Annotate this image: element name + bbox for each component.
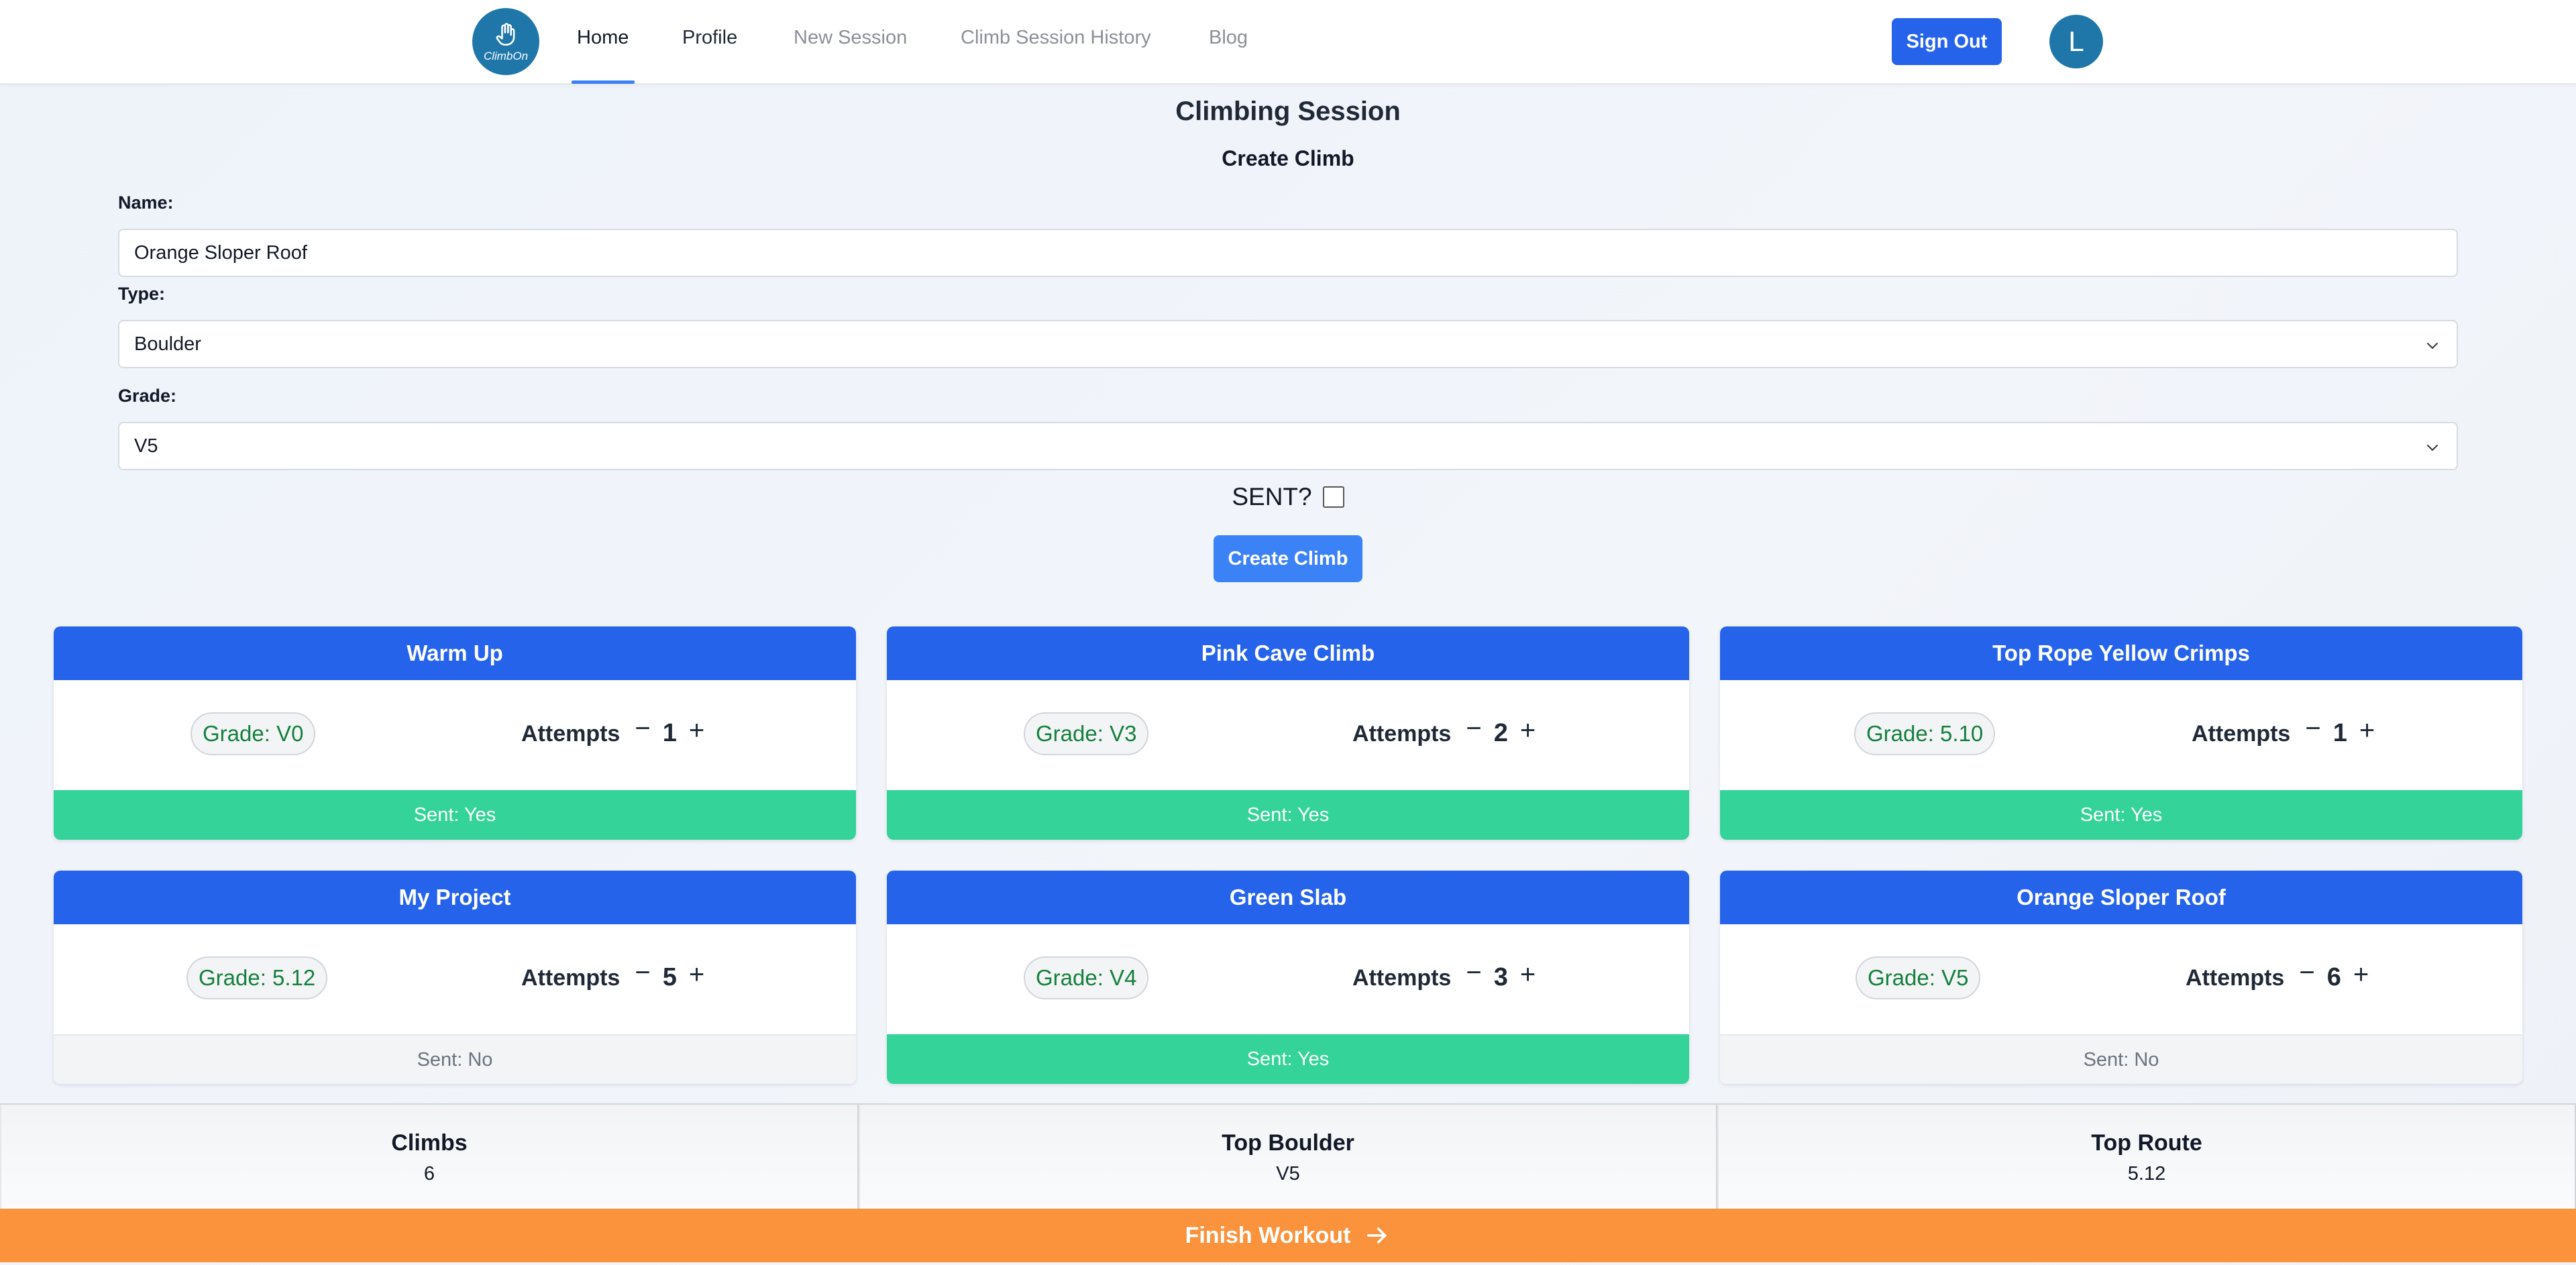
attempts-label: Attempts: [521, 721, 621, 747]
attempts-count: 3: [1493, 963, 1508, 991]
finish-workout-button[interactable]: Finish Workout: [0, 1209, 2576, 1262]
stat-value: 5.12: [2127, 1163, 2166, 1185]
decrement-button[interactable]: −: [2305, 714, 2320, 744]
climb-card-title: Warm Up: [54, 626, 856, 680]
decrement-button[interactable]: −: [1466, 958, 1481, 988]
nav-blog[interactable]: Blog: [1209, 27, 1248, 49]
chevron-down-icon: [2427, 343, 2438, 349]
sent-status: Sent: Yes: [887, 790, 1689, 840]
attempts-count: 6: [2326, 963, 2341, 991]
sent-status: Sent: Yes: [1720, 790, 2522, 840]
sent-label: SENT?: [1232, 483, 1312, 510]
climb-card: Green Slab Grade: V4 Attempts − 3 + Sent…: [887, 871, 1689, 1084]
grade-badge: Grade: V3: [1024, 712, 1149, 755]
sent-status: Sent: Yes: [887, 1034, 1689, 1084]
sent-status: Sent: No: [54, 1034, 856, 1084]
attempts-control: Attempts − 1 +: [521, 714, 716, 748]
attempts-label: Attempts: [2186, 965, 2285, 991]
increment-button[interactable]: +: [1520, 960, 1536, 990]
increment-button[interactable]: +: [2353, 960, 2369, 990]
increment-button[interactable]: +: [1520, 716, 1536, 746]
stat-title: Top Route: [2091, 1130, 2202, 1156]
sent-status: Sent: No: [1720, 1034, 2522, 1084]
name-input[interactable]: Orange Sloper Roof: [118, 229, 2458, 277]
nav-profile[interactable]: Profile: [682, 27, 737, 49]
attempts-count: 1: [2332, 719, 2347, 747]
climb-card-title: Pink Cave Climb: [887, 626, 1689, 680]
stat-top-boulder: Top Boulder V5: [859, 1105, 1717, 1209]
create-climb-button[interactable]: Create Climb: [1214, 535, 1362, 582]
decrement-button[interactable]: −: [635, 714, 650, 744]
climb-card: Pink Cave Climb Grade: V3 Attempts − 2 +…: [887, 626, 1689, 840]
session-stats: Climbs 6 Top Boulder V5 Top Route 5.12: [0, 1103, 2576, 1209]
grade-badge: Grade: 5.12: [186, 956, 328, 999]
climb-card-title: My Project: [54, 871, 856, 924]
grade-badge: Grade: V5: [1856, 956, 1981, 999]
nav-new-session[interactable]: New Session: [794, 27, 907, 49]
name-label: Name:: [118, 192, 174, 213]
climb-card: My Project Grade: 5.12 Attempts − 5 + Se…: [54, 871, 856, 1084]
attempts-control: Attempts − 5 +: [521, 958, 716, 992]
attempts-control: Attempts − 3 +: [1352, 958, 1548, 992]
decrement-button[interactable]: −: [1466, 714, 1481, 744]
type-label: Type:: [118, 284, 166, 304]
grade-label: Grade:: [118, 386, 177, 406]
attempts-count: 5: [662, 963, 677, 991]
climb-card: Top Rope Yellow Crimps Grade: 5.10 Attem…: [1720, 626, 2522, 840]
stat-value: V5: [1276, 1163, 1300, 1185]
grade-badge: Grade: 5.10: [1854, 712, 1996, 755]
nav-home[interactable]: Home: [577, 27, 629, 49]
climb-card-title: Green Slab: [887, 871, 1689, 924]
stat-climbs: Climbs 6: [0, 1105, 859, 1209]
attempts-control: Attempts − 6 +: [2186, 958, 2381, 992]
grade-select-value: V5: [134, 435, 158, 457]
increment-button[interactable]: +: [689, 960, 704, 990]
decrement-button[interactable]: −: [2299, 958, 2314, 988]
climbon-logo[interactable]: ClimbOn: [472, 8, 539, 75]
increment-button[interactable]: +: [2359, 716, 2375, 746]
nav-active-indicator: [572, 80, 635, 84]
nav-climb-session-history[interactable]: Climb Session History: [961, 27, 1151, 49]
sent-row: SENT?: [0, 483, 2576, 511]
grade-badge: Grade: V0: [191, 712, 316, 755]
climb-card: Orange Sloper Roof Grade: V5 Attempts − …: [1720, 871, 2522, 1084]
type-select[interactable]: Boulder: [118, 320, 2458, 368]
page-title: Climbing Session: [1175, 97, 1401, 126]
navbar: ClimbOn Home Profile New Session Climb S…: [0, 0, 2576, 85]
sign-out-button[interactable]: Sign Out: [1892, 18, 2002, 65]
arrow-right-icon: [1367, 1227, 1387, 1244]
avatar[interactable]: L: [2049, 15, 2103, 68]
attempts-label: Attempts: [521, 965, 621, 991]
climb-card-title: Top Rope Yellow Crimps: [1720, 626, 2522, 680]
decrement-button[interactable]: −: [635, 958, 650, 988]
stat-value: 6: [423, 1163, 435, 1185]
attempts-count: 2: [1493, 719, 1508, 747]
stat-title: Climbs: [391, 1130, 468, 1156]
type-select-value: Boulder: [134, 333, 201, 355]
sent-status: Sent: Yes: [54, 790, 856, 840]
climb-card-title: Orange Sloper Roof: [1720, 871, 2522, 924]
section-title: Create Climb: [1222, 146, 1354, 170]
stat-title: Top Boulder: [1222, 1130, 1354, 1156]
attempts-label: Attempts: [1352, 721, 1452, 747]
chevron-down-icon: [2427, 445, 2438, 451]
attempts-count: 1: [662, 719, 677, 747]
attempts-label: Attempts: [2192, 721, 2291, 747]
attempts-control: Attempts − 2 +: [1352, 714, 1548, 748]
finish-workout-label: Finish Workout: [1185, 1222, 1351, 1248]
logo-text: ClimbOn: [483, 50, 529, 62]
sent-checkbox[interactable]: [1322, 486, 1344, 508]
increment-button[interactable]: +: [689, 716, 704, 746]
climb-card: Warm Up Grade: V0 Attempts − 1 + Sent: Y…: [54, 626, 856, 840]
stat-top-route: Top Route 5.12: [1717, 1105, 2576, 1209]
hand-icon: [496, 23, 515, 46]
name-input-value: Orange Sloper Roof: [134, 241, 307, 264]
grade-badge: Grade: V4: [1024, 956, 1149, 999]
grade-select[interactable]: V5: [118, 422, 2458, 470]
attempts-control: Attempts − 1 +: [2192, 714, 2387, 748]
attempts-label: Attempts: [1352, 965, 1452, 991]
